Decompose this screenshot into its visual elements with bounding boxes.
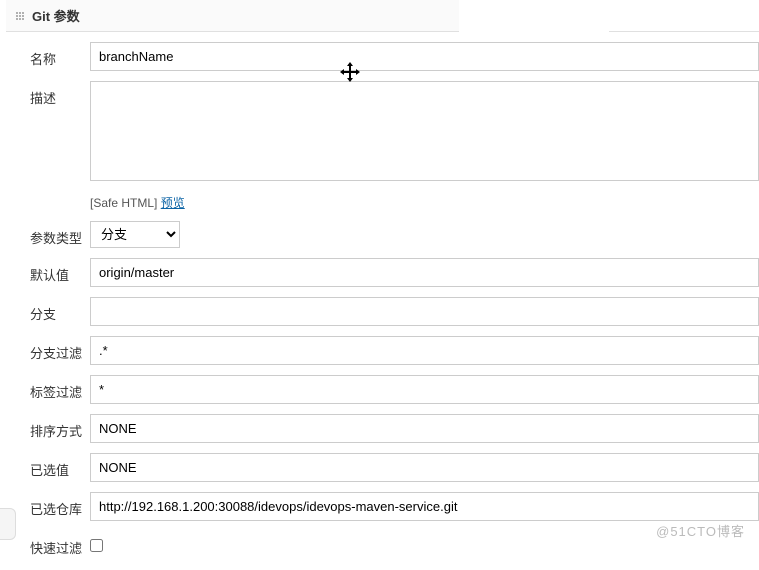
left-tab-stub[interactable]: [0, 508, 16, 540]
selected-repo-input[interactable]: [90, 492, 759, 521]
label-selected-value: 已选值: [30, 453, 90, 479]
label-description: 描述: [30, 81, 90, 107]
label-default-value: 默认值: [30, 258, 90, 284]
label-branch-filter: 分支过滤: [30, 336, 90, 362]
row-branch: 分支: [30, 297, 759, 326]
branch-input[interactable]: [90, 297, 759, 326]
label-tag-filter: 标签过滤: [30, 375, 90, 401]
param-type-select[interactable]: 分支: [90, 221, 180, 248]
label-branch: 分支: [30, 297, 90, 323]
row-default-value: 默认值: [30, 258, 759, 287]
default-value-input[interactable]: [90, 258, 759, 287]
header-spacer: [609, 0, 759, 32]
label-sort-mode: 排序方式: [30, 414, 90, 440]
row-description: 描述: [30, 81, 759, 184]
label-selected-repo: 已选仓库: [30, 492, 90, 518]
section-title: Git 参数: [32, 6, 80, 25]
row-selected-repo: 已选仓库: [30, 492, 759, 521]
name-input[interactable]: [90, 42, 759, 71]
row-quick-filter: 快速过滤: [30, 531, 759, 557]
row-selected-value: 已选值: [30, 453, 759, 482]
row-param-type: 参数类型 分支: [30, 221, 759, 248]
description-textarea[interactable]: [90, 81, 759, 181]
row-name: 名称: [30, 42, 759, 71]
row-sort-mode: 排序方式: [30, 414, 759, 443]
row-tag-filter: 标签过滤: [30, 375, 759, 404]
safe-html-hint: [Safe HTML] 预览: [90, 194, 759, 211]
selected-value-input[interactable]: [90, 453, 759, 482]
label-quick-filter: 快速过滤: [30, 531, 90, 557]
preview-link[interactable]: 预览: [161, 196, 185, 210]
branch-filter-input[interactable]: [90, 336, 759, 365]
label-param-type: 参数类型: [30, 221, 90, 247]
section-header: Git 参数: [6, 0, 459, 32]
safe-html-prefix: [Safe HTML]: [90, 196, 157, 210]
drag-handle-icon[interactable]: [14, 10, 26, 22]
form-body: 名称 描述 [Safe HTML] 预览 参数类型 分支 默认值 分支: [0, 32, 759, 557]
watermark-text: @51CTO博客: [656, 521, 745, 540]
tag-filter-input[interactable]: [90, 375, 759, 404]
row-branch-filter: 分支过滤: [30, 336, 759, 365]
sort-mode-input[interactable]: [90, 414, 759, 443]
quick-filter-checkbox[interactable]: [90, 539, 103, 552]
label-name: 名称: [30, 42, 90, 68]
